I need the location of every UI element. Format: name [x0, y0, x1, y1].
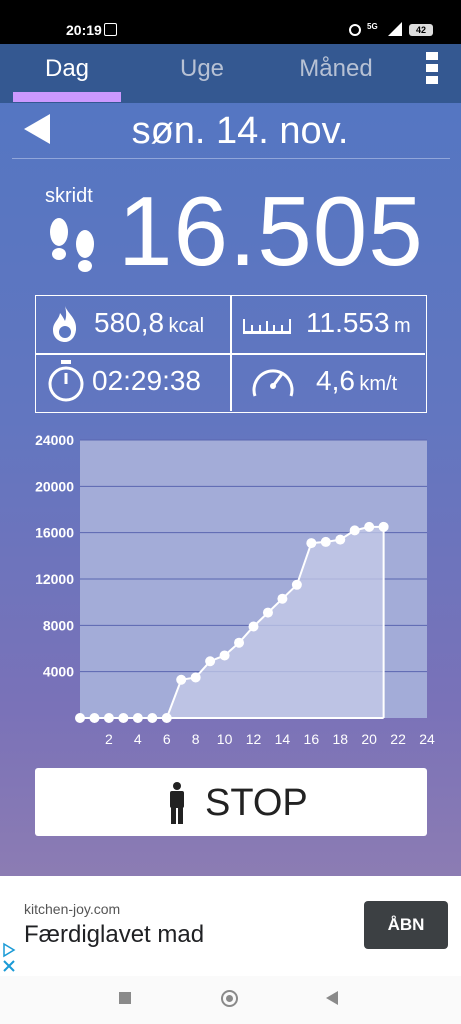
x-tick-label: 20: [361, 731, 377, 747]
x-tick-label: 6: [163, 731, 171, 747]
chart-point: [147, 713, 158, 723]
chart-point: [248, 621, 259, 632]
sim-icon: [104, 23, 117, 36]
ruler-icon: [243, 319, 291, 334]
chart-point: [118, 713, 129, 723]
status-bar: 20:19 5G 42: [0, 0, 461, 44]
x-tick-label: 24: [419, 731, 435, 747]
network-type: 5G: [367, 22, 378, 31]
chart-point: [161, 713, 172, 723]
calories-stat: 580,8 kcal: [94, 307, 204, 339]
stop-button-label: STOP: [205, 782, 308, 824]
stats-panel: 580,8 kcal 11.553 m 02:29:38 4,6 km/t: [35, 295, 427, 413]
signal-icon: [388, 22, 402, 36]
previous-day-icon[interactable]: [20, 112, 54, 146]
overflow-menu-icon[interactable]: [423, 52, 441, 92]
chart-point: [262, 607, 273, 618]
chart-point: [349, 525, 360, 536]
chart-point: [190, 672, 201, 683]
steps-count: 16.505: [118, 176, 424, 286]
chart-point: [320, 536, 331, 547]
x-tick-label: 22: [390, 731, 406, 747]
speed-unit: km/t: [359, 373, 398, 395]
y-tick-label: 8000: [43, 617, 74, 633]
steps-chart: 40008000120001600020000240002 4 6 8 10 12 14 16…: [35, 432, 435, 747]
distance-unit: m: [394, 315, 411, 337]
stats-divider: [36, 353, 425, 355]
x-tick-label: 8: [192, 731, 200, 747]
battery-level: 42: [409, 24, 433, 36]
x-tick-label: 14: [275, 731, 291, 747]
tab-month[interactable]: Måned: [286, 55, 386, 83]
ad-domain: kitchen-joy.com: [24, 901, 121, 917]
tab-bar: Dag Uge Måned: [0, 44, 461, 103]
calories-value: 580,8: [94, 307, 165, 338]
x-tick-label: 12: [246, 731, 262, 747]
active-tab-indicator: [13, 92, 121, 102]
y-tick-label: 16000: [35, 525, 74, 541]
stopwatch-icon: [48, 360, 84, 402]
ad-banner[interactable]: kitchen-joy.com Færdiglavet mad ÅBN: [0, 876, 461, 976]
x-tick-label: 18: [332, 731, 348, 747]
adchoices-icon[interactable]: [2, 942, 16, 972]
stop-button[interactable]: STOP: [35, 768, 427, 836]
chart-point: [277, 593, 288, 604]
chart-point: [364, 521, 375, 532]
chart-point: [219, 650, 230, 661]
divider: [12, 158, 450, 159]
distance-stat: 11.553 m: [306, 307, 411, 339]
tab-week[interactable]: Uge: [150, 55, 254, 83]
x-tick-label: 2: [105, 731, 113, 747]
x-tick-label: 10: [217, 731, 233, 747]
speed-stat: 4,6 km/t: [316, 365, 397, 397]
recents-icon[interactable]: [119, 992, 131, 1004]
footprints-icon: [50, 218, 94, 272]
y-tick-label: 12000: [35, 571, 74, 587]
chart-point: [75, 713, 85, 723]
duration-stat: 02:29:38: [92, 365, 201, 397]
y-tick-label: 4000: [43, 664, 74, 680]
home-icon[interactable]: [221, 990, 238, 1007]
y-tick-label: 20000: [35, 478, 74, 494]
speed-value: 4,6: [316, 365, 355, 396]
flame-icon: [53, 306, 77, 342]
calories-unit: kcal: [168, 315, 205, 337]
pedometer-screen: Dag Uge Måned søn. 14. nov. skridt 16.50…: [0, 44, 461, 876]
x-tick-label: 4: [134, 731, 142, 747]
back-icon[interactable]: [326, 991, 338, 1005]
y-tick-label: 24000: [35, 432, 74, 448]
ad-open-button[interactable]: ÅBN: [364, 901, 448, 949]
chart-point: [234, 637, 245, 648]
chart-point: [291, 579, 302, 590]
chart-point: [205, 656, 216, 667]
alarm-icon: [349, 24, 361, 36]
person-icon: [170, 782, 184, 824]
speedometer-icon: [252, 369, 294, 397]
chart-point: [335, 534, 346, 545]
x-tick-label: 16: [304, 731, 320, 747]
chart-point: [103, 713, 114, 723]
chart-point: [378, 521, 389, 532]
chart-point: [176, 674, 187, 685]
status-time: 20:19: [66, 22, 102, 38]
system-nav-bar: [0, 976, 461, 1024]
ad-headline: Færdiglavet mad: [24, 921, 205, 948]
steps-label: skridt: [45, 185, 93, 207]
chart-point: [306, 538, 317, 549]
duration-value: 02:29:38: [92, 365, 201, 396]
chart-point: [132, 713, 143, 723]
tab-day[interactable]: Dag: [13, 55, 121, 83]
distance-value: 11.553: [306, 307, 390, 338]
chart-point: [89, 713, 100, 723]
date-title: søn. 14. nov.: [131, 110, 349, 152]
